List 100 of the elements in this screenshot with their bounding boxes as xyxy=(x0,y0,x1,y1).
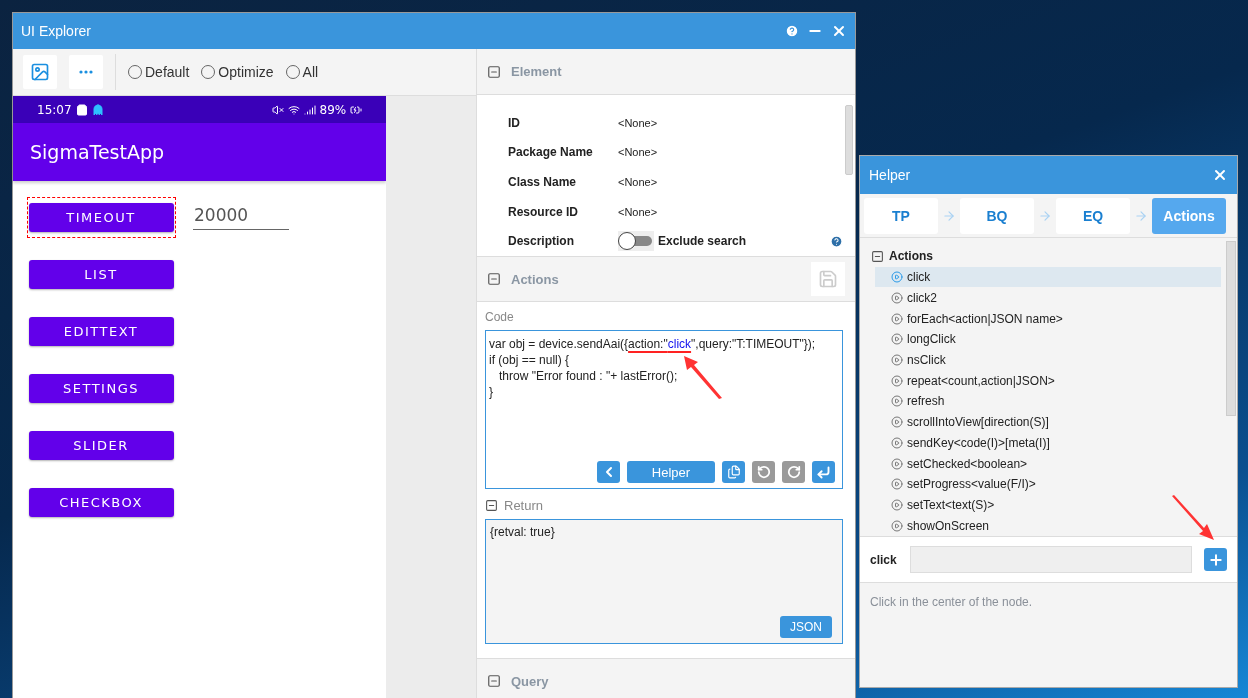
property-label: Description xyxy=(508,234,575,249)
property-label: Class Name xyxy=(508,175,578,189)
play-icon xyxy=(891,271,903,284)
radio-option[interactable]: Optimize xyxy=(201,64,274,80)
app-button[interactable]: TIMEOUT xyxy=(28,203,174,232)
play-icon xyxy=(891,457,903,470)
tree-item[interactable]: showOnScreen xyxy=(875,515,1221,537)
app-button[interactable]: SETTINGS xyxy=(28,374,174,403)
app-button[interactable]: SLIDER xyxy=(28,431,174,460)
tree-item[interactable]: nsClick xyxy=(875,349,1221,371)
app-button[interactable]: CHECKBOX xyxy=(28,488,174,517)
plus-icon xyxy=(1207,551,1224,568)
help-icon[interactable] xyxy=(785,24,799,38)
property-label: Resource ID xyxy=(508,204,580,219)
more-icon xyxy=(79,70,93,74)
clock-text: 15:07 xyxy=(37,102,72,117)
section-title: Actions xyxy=(511,271,560,287)
tree-item[interactable]: setChecked<boolean> xyxy=(875,453,1221,474)
scrollbar[interactable] xyxy=(1226,241,1236,416)
ghost-icon xyxy=(91,103,104,116)
screenshot-button[interactable] xyxy=(23,55,57,89)
tree-item[interactable]: longClick xyxy=(875,328,1221,350)
add-button[interactable] xyxy=(1204,548,1227,571)
return-value: {retval: true} xyxy=(490,525,556,541)
copy-icon xyxy=(726,465,741,479)
tree-item[interactable]: click2 xyxy=(875,287,1221,309)
play-icon xyxy=(891,499,903,511)
arrow-icon xyxy=(942,208,956,223)
tree-item[interactable]: click xyxy=(875,266,1221,288)
play-icon xyxy=(891,478,903,491)
return-label: Return xyxy=(504,498,544,513)
collapse-icon[interactable] xyxy=(487,272,501,286)
image-icon xyxy=(30,62,50,82)
back-button[interactable] xyxy=(597,461,620,483)
battery-text: 89% xyxy=(319,102,347,117)
property-value: <None> xyxy=(618,176,658,188)
redo-button[interactable] xyxy=(782,461,805,483)
code-line: var obj = device.sendAai({action:"click",query:"T:TIMEOUT"}); xyxy=(489,336,817,352)
input-field[interactable]: 20000 xyxy=(193,205,289,230)
code-line: } xyxy=(489,384,494,400)
code-line: if (obj == null) { xyxy=(489,352,571,368)
input-field[interactable] xyxy=(910,546,1192,573)
collapse-icon[interactable] xyxy=(487,64,501,79)
collapse-icon[interactable] xyxy=(871,249,884,263)
tree-item[interactable]: sendKey<code(I)>[meta(I)] xyxy=(875,432,1221,454)
play-icon xyxy=(891,291,903,304)
play-icon xyxy=(891,395,903,408)
scrollbar[interactable] xyxy=(845,105,853,175)
play-icon xyxy=(891,333,903,346)
run-button[interactable] xyxy=(812,461,835,483)
save-icon xyxy=(818,269,838,289)
step-tab[interactable]: EQ xyxy=(1056,197,1130,234)
play-icon xyxy=(891,353,903,366)
tree-item[interactable]: repeat<count,action|JSON> xyxy=(875,370,1221,392)
code-line: throw "Error found : "+ lastError(); xyxy=(498,368,679,384)
section-title: Query xyxy=(511,673,550,689)
close-icon[interactable] xyxy=(1212,167,1228,183)
collapse-icon[interactable] xyxy=(487,674,501,688)
window-title: Helper xyxy=(869,167,912,183)
radio-option[interactable]: All xyxy=(285,64,319,80)
radio-option[interactable]: Default xyxy=(128,64,190,80)
copy-button[interactable] xyxy=(722,461,745,483)
code-label: Code xyxy=(485,310,515,324)
play-icon xyxy=(891,436,903,449)
enter-icon xyxy=(816,464,831,480)
play-icon xyxy=(891,416,903,429)
play-icon xyxy=(891,312,903,325)
toggle-label: Exclude search xyxy=(658,234,748,249)
tree-item[interactable]: refresh xyxy=(875,391,1221,412)
collapse-icon[interactable] xyxy=(485,499,498,512)
more-button[interactable] xyxy=(69,55,103,89)
action-label: click xyxy=(870,552,898,567)
play-icon xyxy=(891,374,903,387)
app-button[interactable]: EDITTEXT xyxy=(28,317,174,346)
section-title: Element xyxy=(511,64,563,79)
property-label: Package Name xyxy=(508,145,594,160)
property-value: <None> xyxy=(618,205,658,218)
property-value: <None> xyxy=(618,146,658,159)
step-tab[interactable]: TP xyxy=(864,197,938,234)
app-title: SigmaTestApp xyxy=(30,141,165,163)
bag-icon xyxy=(75,103,88,116)
tree-item[interactable]: setText<text(S)> xyxy=(875,494,1221,516)
annotation-arrow xyxy=(1170,494,1216,542)
property-label: ID xyxy=(508,115,521,130)
undo-button[interactable] xyxy=(752,461,775,483)
step-tab[interactable]: BQ xyxy=(960,197,1034,234)
toggle-switch[interactable] xyxy=(618,231,654,252)
close-icon[interactable] xyxy=(831,23,847,39)
code-editor[interactable]: var obj = device.sendAai({action:"click",query:"T:TIMEOUT"}); if (obj == null) { throw "Error found : "+ lastError(); } Helper xyxy=(485,330,843,489)
tree-item[interactable]: forEach<action|JSON name> xyxy=(875,308,1221,329)
tree-header[interactable]: Actions xyxy=(889,249,933,264)
property-value: <None> xyxy=(618,116,658,129)
wifi-icon xyxy=(287,103,300,116)
redo-icon xyxy=(786,465,801,479)
annotation-arrow xyxy=(682,354,724,400)
app-button[interactable]: LIST xyxy=(28,260,174,289)
play-icon xyxy=(891,519,903,532)
tree-item[interactable]: scrollIntoView[direction(S)] xyxy=(875,411,1221,433)
window-title: UI Explorer xyxy=(21,23,93,39)
tree-item[interactable]: setProgress<value(F/I)> xyxy=(875,473,1221,495)
